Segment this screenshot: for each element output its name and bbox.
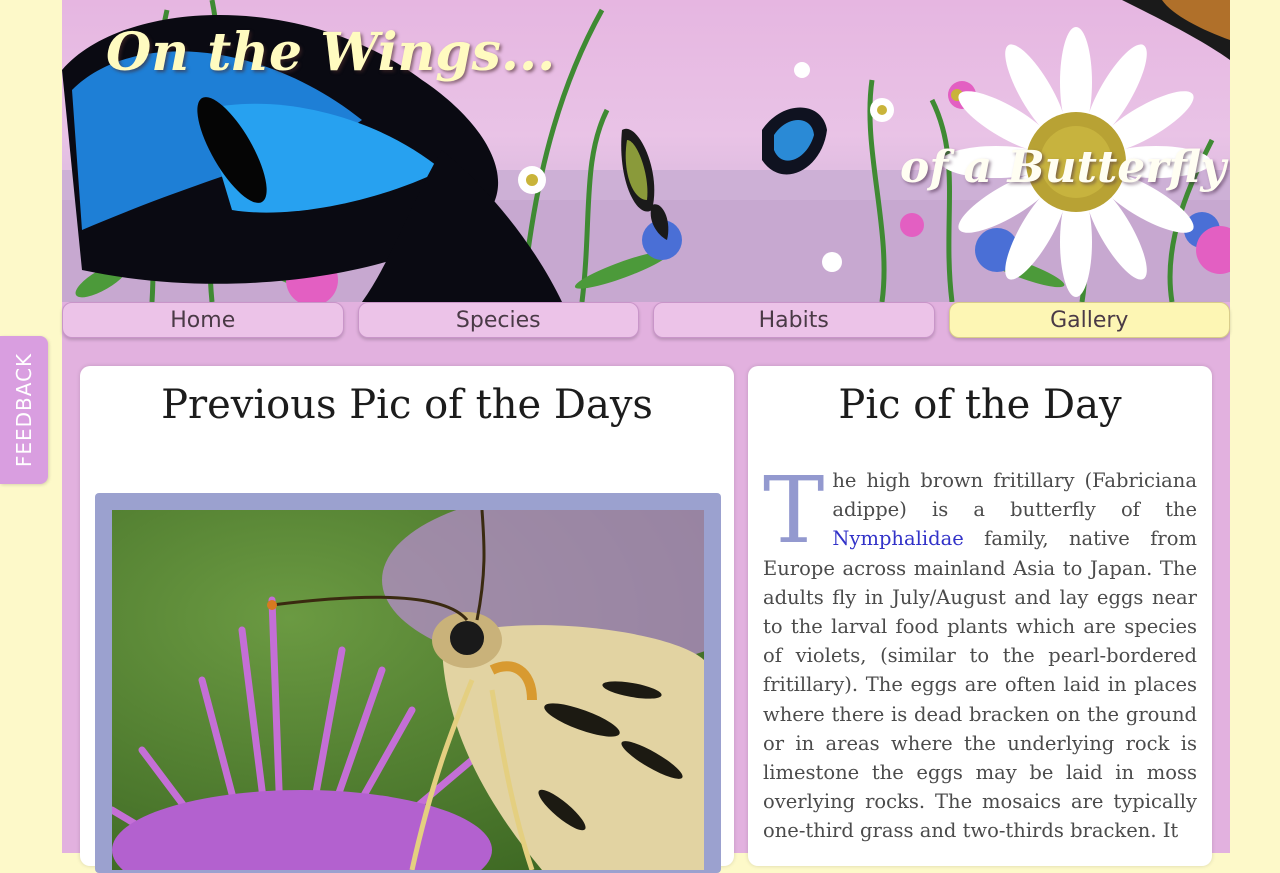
pic-of-day-heading: Pic of the Day: [838, 382, 1122, 428]
article-text-rest: family, native from Europe across mainla…: [763, 527, 1197, 843]
nav-tab-gallery[interactable]: Gallery: [948, 302, 1230, 338]
site-title: On the Wings...: [106, 22, 556, 83]
nymphalidae-link[interactable]: Nymphalidae: [832, 527, 963, 550]
butterfly-photo[interactable]: [112, 510, 704, 870]
pic-of-day-panel: Pic of the Day The high brown fritillary…: [748, 366, 1212, 866]
nav-tab-habits[interactable]: Habits: [653, 302, 935, 338]
header-banner: On the Wings... of a Butterfly: [62, 0, 1230, 302]
site-subtitle: of a Butterfly: [900, 142, 1226, 193]
previous-pics-heading: Previous Pic of the Days: [161, 382, 653, 428]
drop-cap: T: [763, 457, 825, 564]
feedback-label: FEEDBACK: [12, 352, 36, 468]
page-container: On the Wings... of a Butterfly Home Spec…: [62, 0, 1230, 873]
main-nav: Home Species Habits Gallery: [62, 302, 1230, 338]
nav-tab-species[interactable]: Species: [357, 302, 639, 338]
pic-of-day-article: The high brown fritillary (Fabriciana ad…: [763, 457, 1197, 846]
feedback-tab[interactable]: FEEDBACK: [0, 336, 48, 484]
photo-frame: [95, 493, 721, 873]
butterfly-photo-art: [112, 510, 704, 870]
previous-pics-panel: Previous Pic of the Days: [80, 366, 734, 873]
nav-tab-home[interactable]: Home: [62, 302, 344, 338]
article-text-start: he high brown fritillary (Fabriciana adi…: [832, 469, 1197, 522]
